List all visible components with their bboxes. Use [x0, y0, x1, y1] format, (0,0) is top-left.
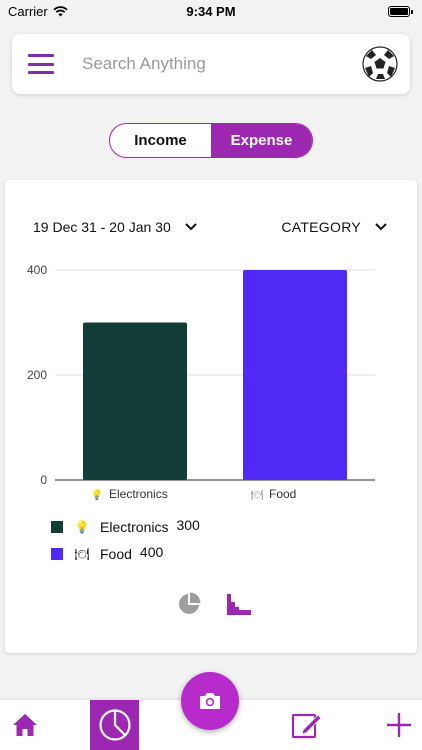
legend-label: Food	[100, 545, 132, 562]
chart-legend: 💡 Electronics 300 🍽 Food 400	[51, 513, 200, 567]
add-icon	[387, 713, 411, 737]
stats-icon	[98, 709, 131, 741]
x-tick-label: Food	[269, 487, 296, 501]
pie-chart-button[interactable]	[175, 590, 203, 618]
edit-icon	[291, 713, 322, 739]
x-tick-icon: 🍽	[251, 489, 264, 501]
bar-food	[243, 270, 347, 480]
bar-electronics	[83, 322, 187, 480]
pie-chart-icon	[179, 592, 201, 614]
chart-card: 19 Dec 31 - 20 Jan 30 CATEGORY 0 200 400 💡 E…	[5, 180, 417, 653]
lightbulb-icon: 💡	[74, 519, 90, 534]
legend-swatch	[51, 547, 63, 560]
legend-value: 400	[139, 543, 164, 560]
home-icon	[13, 714, 37, 736]
chart-type-switcher	[175, 590, 253, 618]
toggle-expense[interactable]: Expense	[211, 124, 312, 157]
legend-item: 🍽 Food 400	[51, 540, 200, 567]
bar-chart-icon	[227, 594, 251, 615]
bar-chart-button[interactable]	[225, 590, 253, 618]
bar-chart: 0 200 400 💡 Electronics 🍽 Food	[27, 263, 375, 501]
search-card: Search Anything	[12, 34, 410, 94]
legend-value: 300	[176, 516, 200, 533]
y-tick-label: 0	[40, 473, 47, 487]
toggle-income[interactable]: Income	[110, 124, 211, 157]
nav-home[interactable]	[0, 700, 50, 750]
status-bar: Carrier 9:34 PM	[0, 0, 422, 22]
x-tick-icon: 💡	[91, 488, 103, 501]
legend-label: Electronics	[100, 518, 169, 535]
x-tick-label: Electronics	[109, 487, 168, 501]
nav-stats[interactable]	[90, 700, 139, 750]
search-input[interactable]: Search Anything	[82, 54, 362, 74]
nav-edit[interactable]	[284, 700, 330, 750]
y-tick-label: 200	[27, 368, 47, 382]
battery-icon	[388, 5, 413, 17]
menu-icon[interactable]	[28, 54, 54, 74]
income-expense-toggle: Income Expense	[109, 123, 313, 158]
legend-swatch	[51, 520, 63, 533]
nav-add[interactable]	[376, 700, 422, 750]
camera-icon	[200, 693, 220, 709]
avatar[interactable]	[362, 46, 398, 82]
wifi-icon	[53, 5, 68, 16]
legend-item: 💡 Electronics 300	[51, 513, 200, 540]
camera-button[interactable]	[181, 672, 239, 730]
y-tick-label: 400	[27, 263, 47, 277]
status-left: Carrier	[8, 4, 68, 19]
plate-icon: 🍽	[74, 546, 90, 561]
carrier-label: Carrier	[8, 3, 48, 19]
